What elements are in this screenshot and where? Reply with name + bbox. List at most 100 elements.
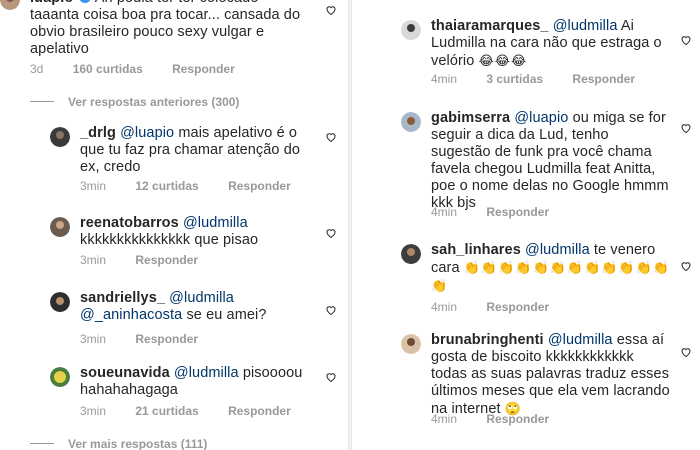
heart-icon[interactable]: [325, 371, 337, 383]
reply-item: brunabringhenti @ludmilla essa aí gosta …: [355, 332, 700, 432]
comment-time: 3min: [80, 179, 107, 193]
mention-link[interactable]: @_aninhacosta: [80, 307, 182, 323]
comment-meta: 4min Responder: [431, 412, 575, 426]
thread-line: [30, 443, 54, 444]
comment-item: luapio Ah podia ter ter colocado taaanta…: [0, 0, 345, 80]
mention-link[interactable]: @ludmilla: [548, 332, 613, 348]
comment-text: Ah podia ter ter colocado taaanta coisa …: [30, 0, 301, 57]
right-comment-panel: thaiaramarques_ @ludmilla Ai Ludmilla na…: [355, 0, 700, 450]
comment-time: 3min: [80, 332, 107, 346]
comment-username[interactable]: soueunavida: [80, 365, 170, 381]
avatar[interactable]: [401, 20, 421, 40]
comment-text: kkkkkkkkkkkkkkk que pisao: [80, 232, 259, 248]
avatar[interactable]: [50, 127, 70, 147]
left-comment-panel: luapio Ah podia ter ter colocado taaanta…: [0, 0, 345, 450]
comment-username[interactable]: sandriellys_: [80, 290, 165, 306]
comment-meta: 4min Responder: [431, 300, 575, 314]
clapping-emoji-icon: 👏👏👏👏👏👏👏👏👏👏👏👏👏: [431, 260, 670, 293]
comment-body: sah_linhares @ludmilla te venero cara 👏👏…: [431, 242, 670, 295]
comment-body: brunabringhenti @ludmilla essa aí gosta …: [431, 332, 670, 418]
avatar[interactable]: [50, 217, 70, 237]
comment-likes[interactable]: 21 curtidas: [135, 404, 198, 418]
reply-item: sandriellys_ @ludmilla @_aninhacosta se …: [0, 290, 345, 350]
heart-icon[interactable]: [680, 34, 692, 46]
avatar[interactable]: [50, 292, 70, 312]
reply-item: sah_linhares @ludmilla te venero cara 👏👏…: [355, 242, 700, 322]
comment-username[interactable]: gabimserra: [431, 110, 510, 126]
comment-meta: 4min 3 curtidas Responder: [431, 72, 661, 86]
comment-meta: 3min 12 curtidas Responder: [80, 179, 317, 193]
comment-meta: 3min 21 curtidas Responder: [80, 404, 317, 418]
avatar[interactable]: [401, 112, 421, 132]
reply-item: thaiaramarques_ @ludmilla Ai Ludmilla na…: [355, 18, 700, 88]
comment-body: gabimserra @luapio ou miga se for seguir…: [431, 110, 670, 212]
comment-likes[interactable]: 12 curtidas: [135, 179, 198, 193]
laughing-emoji-icon: 😂😂😂: [478, 53, 528, 68]
comment-body: luapio Ah podia ter ter colocado taaanta…: [30, 0, 309, 58]
avatar[interactable]: [0, 0, 20, 10]
avatar[interactable]: [401, 244, 421, 264]
panel-divider: [348, 0, 352, 450]
avatar[interactable]: [401, 334, 421, 354]
reply-button[interactable]: Responder: [228, 179, 291, 193]
view-more-label: Ver mais respostas (111): [68, 437, 208, 450]
view-previous-replies[interactable]: Ver respostas anteriores (300): [30, 95, 239, 109]
reply-button[interactable]: Responder: [486, 300, 549, 314]
comment-likes[interactable]: 160 curtidas: [73, 62, 143, 76]
reply-item: _drlg @luapio mais apelativo é o que tu …: [0, 125, 345, 195]
comment-body: soueunavida @ludmilla pisoooou hahahahag…: [80, 365, 309, 399]
reply-button[interactable]: Responder: [486, 205, 549, 219]
comment-text: se eu amei?: [186, 307, 267, 323]
heart-icon[interactable]: [325, 304, 337, 316]
heart-icon[interactable]: [325, 4, 337, 16]
reply-item: gabimserra @luapio ou miga se for seguir…: [355, 110, 700, 220]
comment-username[interactable]: reenatobarros: [80, 215, 179, 231]
comment-body: _drlg @luapio mais apelativo é o que tu …: [80, 125, 309, 176]
verified-badge-icon: [80, 0, 91, 3]
mention-link[interactable]: @luapio: [120, 125, 174, 141]
comment-body: sandriellys_ @ludmilla @_aninhacosta se …: [80, 290, 309, 324]
reply-button[interactable]: Responder: [228, 404, 291, 418]
reply-button[interactable]: Responder: [135, 253, 198, 267]
mention-link[interactable]: @ludmilla: [169, 290, 234, 306]
comment-time: 4min: [431, 300, 458, 314]
reply-button[interactable]: Responder: [172, 62, 235, 76]
comment-body: thaiaramarques_ @ludmilla Ai Ludmilla na…: [431, 18, 670, 70]
reply-item: reenatobarros @ludmilla kkkkkkkkkkkkkkk …: [0, 215, 345, 270]
comment-meta: 4min Responder: [431, 205, 575, 219]
heart-icon[interactable]: [680, 346, 692, 358]
thread-line: [30, 101, 54, 102]
comment-time: 4min: [431, 412, 458, 426]
reply-item: soueunavida @ludmilla pisoooou hahahahag…: [0, 365, 345, 420]
reply-button[interactable]: Responder: [135, 332, 198, 346]
reply-button[interactable]: Responder: [486, 412, 549, 426]
heart-icon[interactable]: [680, 260, 692, 272]
comment-likes[interactable]: 3 curtidas: [486, 72, 543, 86]
view-previous-label: Ver respostas anteriores (300): [68, 95, 240, 109]
mention-link[interactable]: @ludmilla: [553, 18, 618, 34]
comment-username[interactable]: luapio: [30, 0, 73, 6]
comment-time: 4min: [431, 205, 458, 219]
reply-button[interactable]: Responder: [572, 72, 635, 86]
heart-icon[interactable]: [680, 122, 692, 134]
comment-time: 4min: [431, 72, 458, 86]
comment-username[interactable]: _drlg: [80, 125, 116, 141]
mention-link[interactable]: @ludmilla: [525, 242, 590, 258]
comment-time: 3d: [30, 62, 44, 76]
comment-username[interactable]: brunabringhenti: [431, 332, 544, 348]
comment-meta: 3min Responder: [80, 332, 224, 346]
heart-icon[interactable]: [325, 227, 337, 239]
mention-link[interactable]: @luapio: [514, 110, 568, 126]
mention-link[interactable]: @ludmilla: [183, 215, 248, 231]
mention-link[interactable]: @ludmilla: [174, 365, 239, 381]
comment-body: reenatobarros @ludmilla kkkkkkkkkkkkkkk …: [80, 215, 309, 249]
comment-username[interactable]: sah_linhares: [431, 242, 521, 258]
view-more-replies[interactable]: Ver mais respostas (111): [30, 437, 207, 450]
comment-meta: 3min Responder: [80, 253, 224, 267]
comment-meta: 3d 160 curtidas Responder: [30, 62, 261, 76]
comment-time: 3min: [80, 404, 107, 418]
avatar[interactable]: [50, 367, 70, 387]
comment-time: 3min: [80, 253, 107, 267]
comment-username[interactable]: thaiaramarques_: [431, 18, 549, 34]
heart-icon[interactable]: [325, 131, 337, 143]
